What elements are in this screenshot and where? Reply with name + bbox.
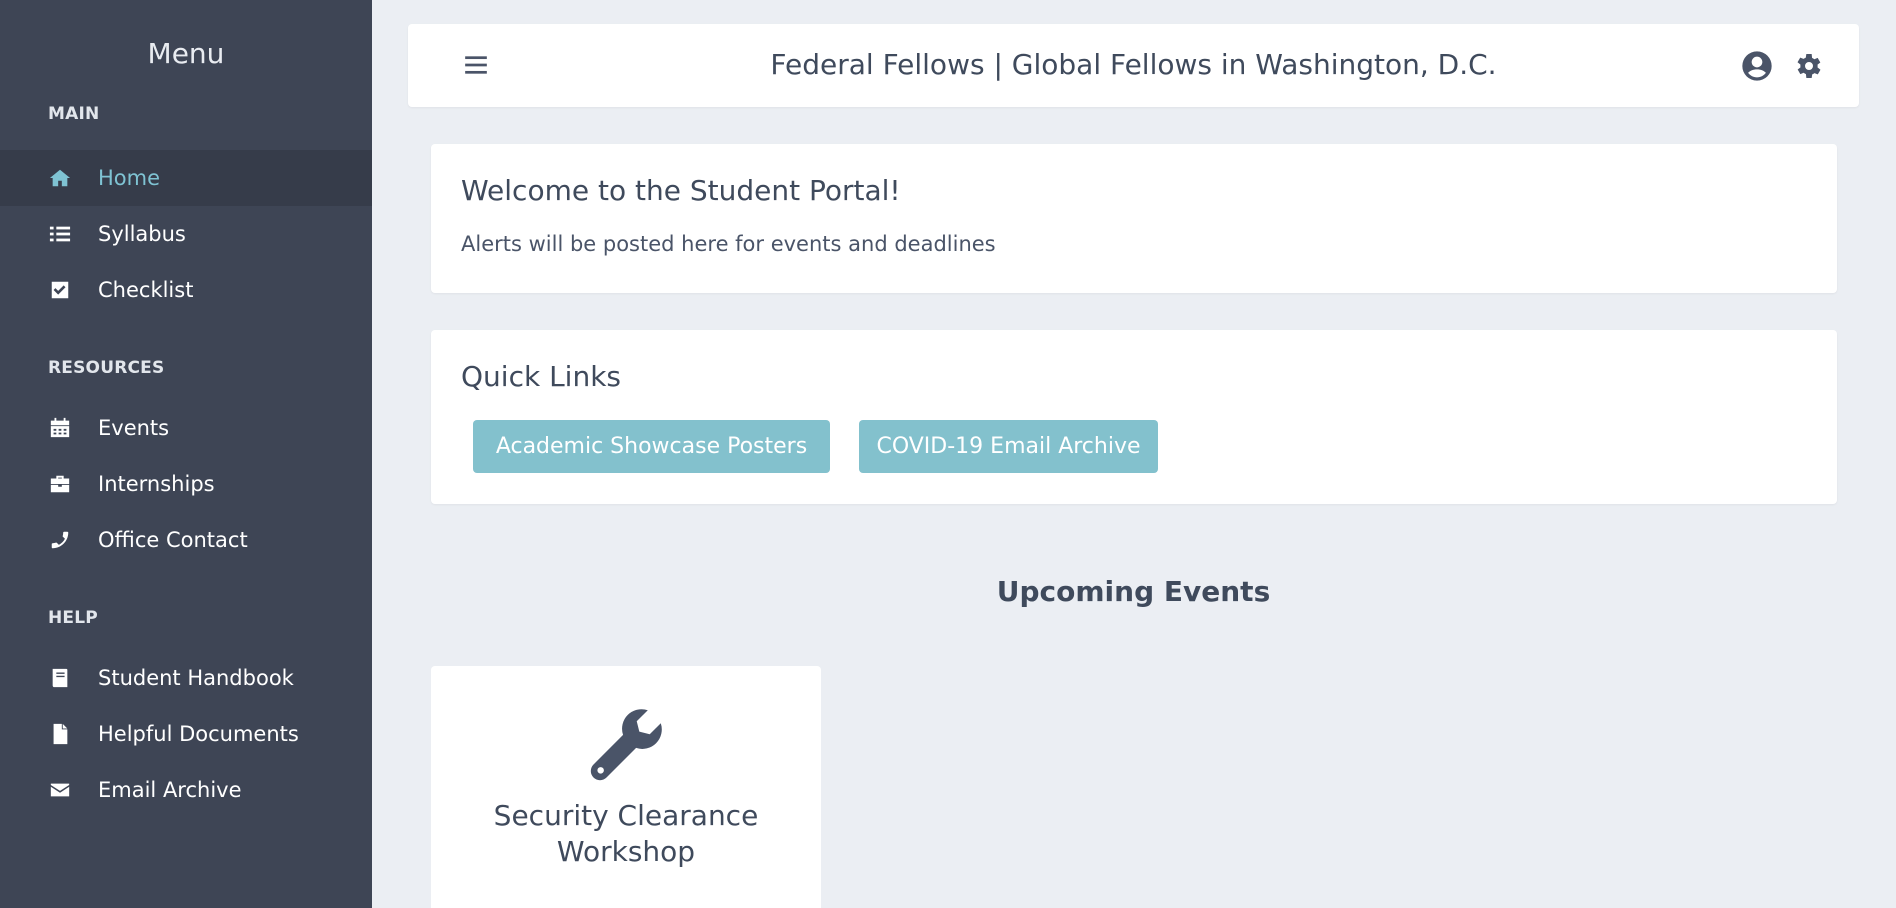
sidebar-item-helpful-documents[interactable]: Helpful Documents — [0, 706, 372, 762]
calendar-icon — [48, 416, 72, 440]
sidebar-item-student-handbook[interactable]: Student Handbook — [0, 650, 372, 706]
welcome-card: Welcome to the Student Portal! Alerts wi… — [431, 144, 1837, 293]
book-icon — [48, 666, 72, 690]
upcoming-events-heading: Upcoming Events — [996, 575, 1271, 608]
document-icon — [48, 722, 72, 746]
sidebar-title: Menu — [147, 37, 225, 70]
quick-links-title: Quick Links — [461, 360, 622, 393]
sidebar-item-label: Email Archive — [98, 778, 242, 802]
sidebar-item-label: Syllabus — [98, 222, 186, 246]
section-label-main: MAIN — [48, 104, 100, 124]
checkbox-icon — [48, 278, 72, 302]
sidebar-item-events[interactable]: Events — [0, 400, 372, 456]
sidebar-item-syllabus[interactable]: Syllabus — [0, 206, 372, 262]
sidebar-item-label: Checklist — [98, 278, 194, 302]
sidebar-item-email-archive[interactable]: Email Archive — [0, 762, 372, 818]
sidebar-item-label: Internships — [98, 472, 215, 496]
academic-showcase-posters-button[interactable]: Academic Showcase Posters — [473, 420, 830, 473]
wrench-icon — [431, 706, 821, 788]
welcome-title: Welcome to the Student Portal! — [461, 174, 901, 207]
envelope-icon — [48, 778, 72, 802]
event-title: Security Clearance Workshop — [493, 799, 759, 868]
sidebar-item-home[interactable]: Home — [0, 150, 372, 206]
phone-icon — [48, 528, 72, 552]
quick-links-card: Quick Links Academic Showcase Posters CO… — [431, 330, 1837, 504]
event-card[interactable]: Security Clearance Workshop — [431, 666, 821, 908]
home-icon — [48, 166, 72, 190]
welcome-text: Alerts will be posted here for events an… — [461, 232, 996, 256]
covid-19-email-archive-button[interactable]: COVID-19 Email Archive — [859, 420, 1158, 473]
top-bar: Federal Fellows | Global Fellows in Wash… — [408, 24, 1859, 107]
sidebar-item-label: Helpful Documents — [98, 722, 299, 746]
sidebar-item-label: Student Handbook — [98, 666, 294, 690]
sidebar-item-checklist[interactable]: Checklist — [0, 262, 372, 318]
sidebar-item-internships[interactable]: Internships — [0, 456, 372, 512]
sidebar: Menu MAIN Home Syllabus Checklist RESOUR… — [0, 0, 372, 908]
sidebar-item-office-contact[interactable]: Office Contact — [0, 512, 372, 568]
sidebar-item-label: Home — [98, 166, 161, 190]
sidebar-item-label: Office Contact — [98, 528, 248, 552]
page-title: Federal Fellows | Global Fellows in Wash… — [770, 48, 1497, 81]
section-label-help: HELP — [48, 608, 98, 628]
section-label-resources: RESOURCES — [48, 358, 165, 378]
list-icon — [48, 222, 72, 246]
settings-gear-icon[interactable] — [1793, 50, 1825, 82]
briefcase-icon — [48, 472, 72, 496]
sidebar-item-label: Events — [98, 416, 170, 440]
user-account-icon[interactable] — [1741, 50, 1773, 82]
